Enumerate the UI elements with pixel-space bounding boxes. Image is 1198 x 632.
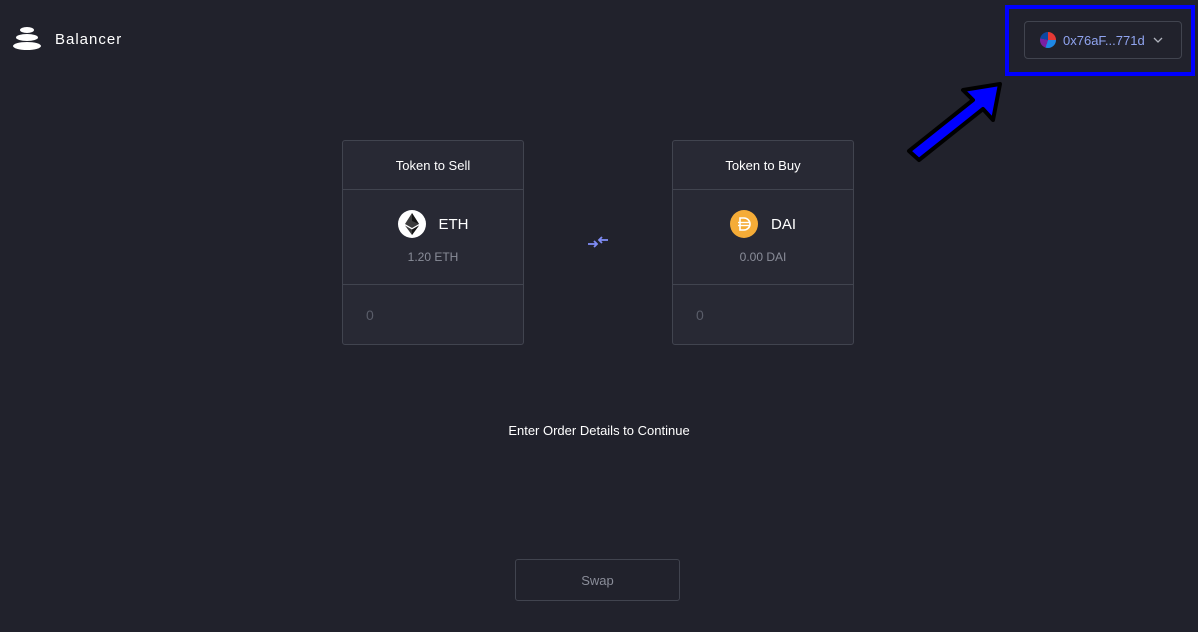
ethereum-icon [397, 210, 426, 238]
dai-icon [729, 210, 758, 238]
swap-arrows-icon[interactable] [587, 234, 609, 250]
pointer-arrow-icon [907, 82, 1002, 162]
brand[interactable]: Balancer [13, 27, 122, 51]
buy-token-selector[interactable]: DAI 0.00 DAI [673, 190, 853, 285]
brand-name: Balancer [55, 30, 123, 48]
app-page: Balancer 0x76aF...771d Token to Sell ETH… [0, 0, 1198, 632]
buy-token-symbol: DAI [770, 215, 796, 233]
sell-token-symbol: ETH [438, 215, 469, 233]
buy-token-balance: 0.00 DAI [739, 250, 787, 264]
sell-token-selector[interactable]: ETH 1.20 ETH [343, 190, 523, 285]
highlight-box [1005, 5, 1195, 76]
order-status-message: Enter Order Details to Continue [508, 423, 690, 438]
buy-card-title: Token to Buy [673, 141, 853, 190]
swap-button[interactable]: Swap [515, 559, 680, 601]
buy-token-card: Token to Buy DAI 0.00 DAI [672, 140, 854, 345]
sell-card-title: Token to Sell [343, 141, 523, 190]
sell-token-balance: 1.20 ETH [407, 250, 459, 264]
buy-amount-input[interactable] [673, 285, 853, 345]
sell-token-card: Token to Sell ETH 1.20 ETH [342, 140, 524, 345]
balancer-logo-icon [13, 27, 41, 51]
sell-amount-input[interactable] [343, 285, 523, 345]
